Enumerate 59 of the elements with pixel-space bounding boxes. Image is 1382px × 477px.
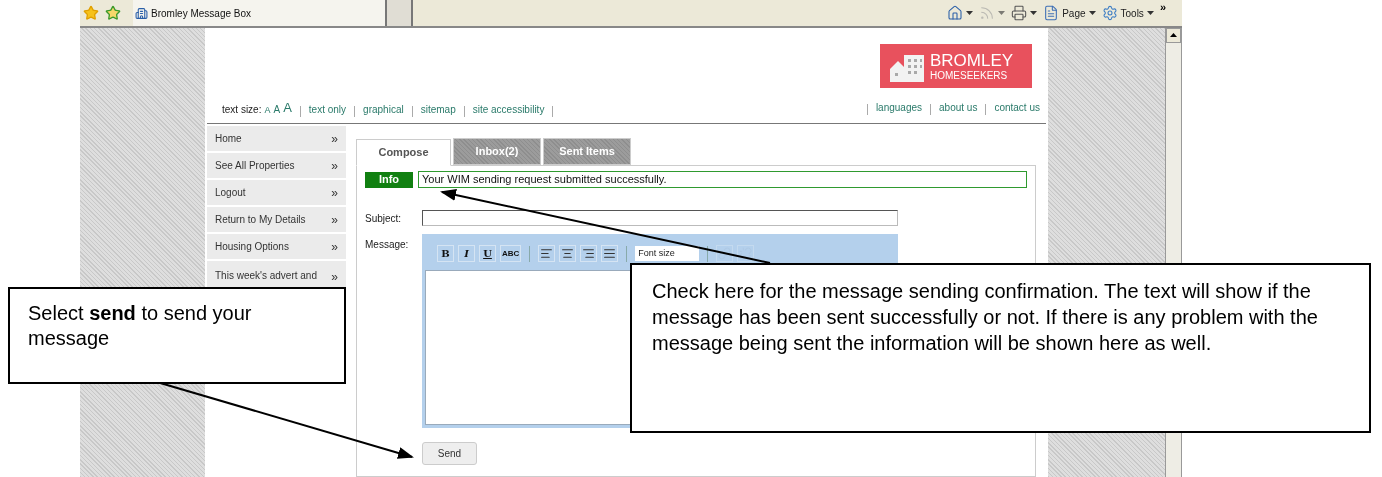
caret-icon — [998, 11, 1006, 15]
send-button[interactable]: Send — [422, 442, 477, 465]
add-favorite-icon[interactable] — [105, 5, 121, 21]
header-link[interactable]: site accessibility — [472, 102, 545, 117]
format-button[interactable]: U — [479, 245, 496, 262]
format-button[interactable] — [538, 245, 556, 262]
logo-title: BROMLEY — [930, 51, 1014, 69]
subject-label: Subject: — [365, 211, 403, 226]
more-tools-button[interactable]: » — [1159, 0, 1166, 16]
favorites-star-icon[interactable] — [83, 5, 99, 21]
subject-field[interactable] — [422, 210, 898, 226]
sidebar-item[interactable]: Home » — [207, 126, 346, 151]
sidebar-item[interactable]: See All Properties » — [207, 153, 346, 178]
tab[interactable]: Compose — [356, 139, 451, 166]
menu-button[interactable]: Page — [1062, 5, 1086, 21]
align-center-icon — [561, 247, 575, 260]
font-size-select[interactable]: Font size — [635, 246, 700, 261]
logo-subtitle: HOMESEEKERS — [930, 70, 1009, 81]
text-size-option[interactable]: A — [283, 97, 292, 117]
gear-icon[interactable] — [1101, 5, 1118, 21]
align-left-icon — [540, 247, 554, 260]
header-link[interactable]: languages — [875, 100, 923, 115]
home-icon[interactable] — [947, 5, 964, 21]
sidebar-item[interactable]: Housing Options » — [207, 234, 346, 259]
format-button[interactable] — [601, 245, 619, 262]
text-size-label: text size: — [222, 103, 262, 117]
header-link[interactable]: about us — [939, 100, 978, 115]
align-justify-icon — [603, 247, 617, 260]
header-link[interactable]: sitemap — [420, 102, 456, 117]
unlink-icon — [739, 247, 753, 260]
caret-icon — [1146, 11, 1154, 15]
sidebar-item[interactable]: Return to My Details » — [207, 207, 346, 232]
message-label: Message: — [365, 238, 410, 252]
browser-tab[interactable] — [387, 0, 413, 26]
menu-button[interactable]: Tools — [1120, 5, 1144, 21]
printer-icon[interactable] — [1011, 5, 1028, 21]
format-button[interactable]: ABC — [500, 245, 522, 262]
callout-text: Select send to send your message — [28, 301, 253, 351]
callout-text: Check here for the message sending confirmation. The text will show if the message has been sent successfully or not. If there is any problem with the message being sent the information will be shown here as well. — [652, 279, 1319, 356]
info-message: Your WIM sending request submitted successfully. — [418, 171, 1027, 188]
align-right-icon — [582, 247, 596, 260]
caret-icon — [1088, 11, 1096, 15]
link-icon — [718, 247, 732, 260]
browser-tab[interactable]: Bromley Message Box — [133, 0, 387, 26]
caret-icon — [1030, 11, 1038, 15]
text-size-option[interactable]: A — [264, 103, 271, 117]
header-link[interactable]: text only — [308, 102, 347, 117]
info-badge: Info — [365, 171, 413, 188]
text-size-option[interactable]: A — [273, 102, 281, 117]
caret-icon — [966, 11, 974, 15]
bromley-logo[interactable]: BROMLEY HOMESEEKERS — [880, 44, 1032, 90]
sidebar-item[interactable]: Logout » — [207, 180, 346, 205]
page-icon[interactable] — [1043, 5, 1060, 21]
site-icon — [135, 6, 148, 20]
header-link[interactable]: contact us — [994, 100, 1040, 115]
format-button[interactable]: I — [458, 245, 475, 262]
scroll-up-icon[interactable] — [1166, 28, 1181, 43]
format-button[interactable]: B — [437, 245, 454, 262]
header-link[interactable]: graphical — [363, 102, 404, 117]
